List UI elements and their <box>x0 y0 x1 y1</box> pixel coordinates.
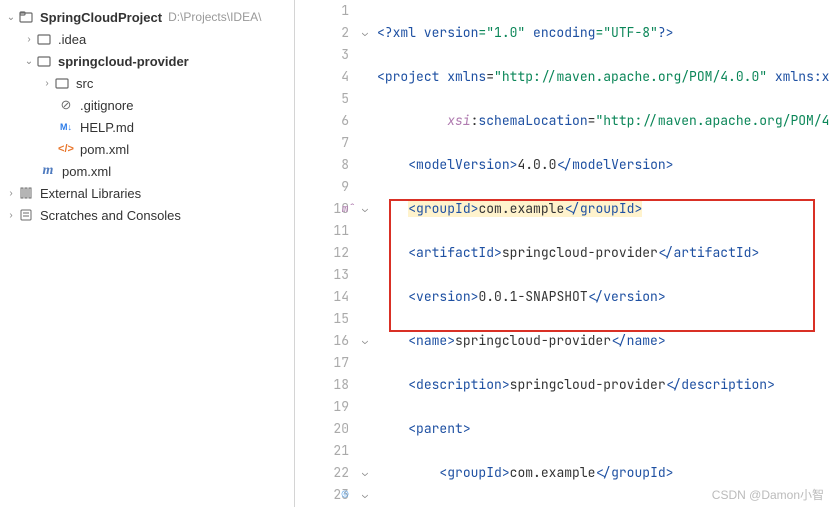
code-content[interactable]: <?xml version="1.0" encoding="UTF-8"?> <… <box>377 0 832 507</box>
fold-icon: ⌄ <box>357 330 373 352</box>
chevron-right-icon: › <box>22 34 36 45</box>
tree-idea-folder[interactable]: › .idea <box>0 28 294 50</box>
chevron-right-icon: › <box>4 210 18 221</box>
tree-label: .idea <box>58 32 86 47</box>
maven-gutter-icon: ◎ <box>336 484 354 506</box>
folder-icon <box>18 9 34 25</box>
project-tree[interactable]: ⌄ SpringCloudProject D:\Projects\IDEA\ ›… <box>0 0 295 507</box>
tree-project-root[interactable]: ⌄ SpringCloudProject D:\Projects\IDEA\ <box>0 6 294 28</box>
gutter-annotations: m̂ ◎ <box>336 0 354 506</box>
fold-icon: ⌄ <box>357 462 373 484</box>
fold-gutter[interactable]: ⌄⌄⌄⌄⌄ <box>357 0 373 506</box>
fold-icon: ⌄ <box>357 198 373 220</box>
tree-help-file[interactable]: M↓ HELP.md <box>0 116 294 138</box>
tree-path: D:\Projects\IDEA\ <box>168 10 261 24</box>
folder-icon <box>36 31 52 47</box>
code-editor[interactable]: 1234567891011121314151617181920212223 m̂… <box>295 0 832 507</box>
maven-gutter-icon: m̂ <box>336 198 354 220</box>
tree-label: pom.xml <box>62 164 111 179</box>
tree-label: .gitignore <box>80 98 133 113</box>
gitignore-icon: ⊘ <box>58 97 74 113</box>
library-icon <box>18 185 34 201</box>
tree-pom-inner-file[interactable]: </> pom.xml <box>0 138 294 160</box>
tree-src-folder[interactable]: › src <box>0 72 294 94</box>
xml-icon: </> <box>58 141 74 157</box>
tree-label: SpringCloudProject <box>40 10 162 25</box>
fold-icon: ⌄ <box>357 22 373 44</box>
watermark: CSDN @Damon小智 <box>712 486 824 503</box>
folder-icon <box>54 75 70 91</box>
tree-label: springcloud-provider <box>58 54 189 69</box>
fold-icon: ⌄ <box>357 484 373 506</box>
tree-label: src <box>76 76 93 91</box>
tree-external-libraries[interactable]: › External Libraries <box>0 182 294 204</box>
scratches-icon <box>18 207 34 223</box>
tree-label: HELP.md <box>80 120 134 135</box>
tree-gitignore-file[interactable]: ⊘ .gitignore <box>0 94 294 116</box>
tree-pom-outer-file[interactable]: m pom.xml <box>0 160 294 182</box>
chevron-down-icon: ⌄ <box>22 56 36 67</box>
tree-label: pom.xml <box>80 142 129 157</box>
tree-module-folder[interactable]: ⌄ springcloud-provider <box>0 50 294 72</box>
maven-icon: m <box>40 163 56 179</box>
markdown-icon: M↓ <box>58 119 74 135</box>
folder-icon <box>36 53 52 69</box>
tree-label: Scratches and Consoles <box>40 208 181 223</box>
chevron-right-icon: › <box>40 78 54 89</box>
tree-scratches[interactable]: › Scratches and Consoles <box>0 204 294 226</box>
chevron-down-icon: ⌄ <box>4 12 18 23</box>
chevron-right-icon: › <box>4 188 18 199</box>
tree-label: External Libraries <box>40 186 141 201</box>
